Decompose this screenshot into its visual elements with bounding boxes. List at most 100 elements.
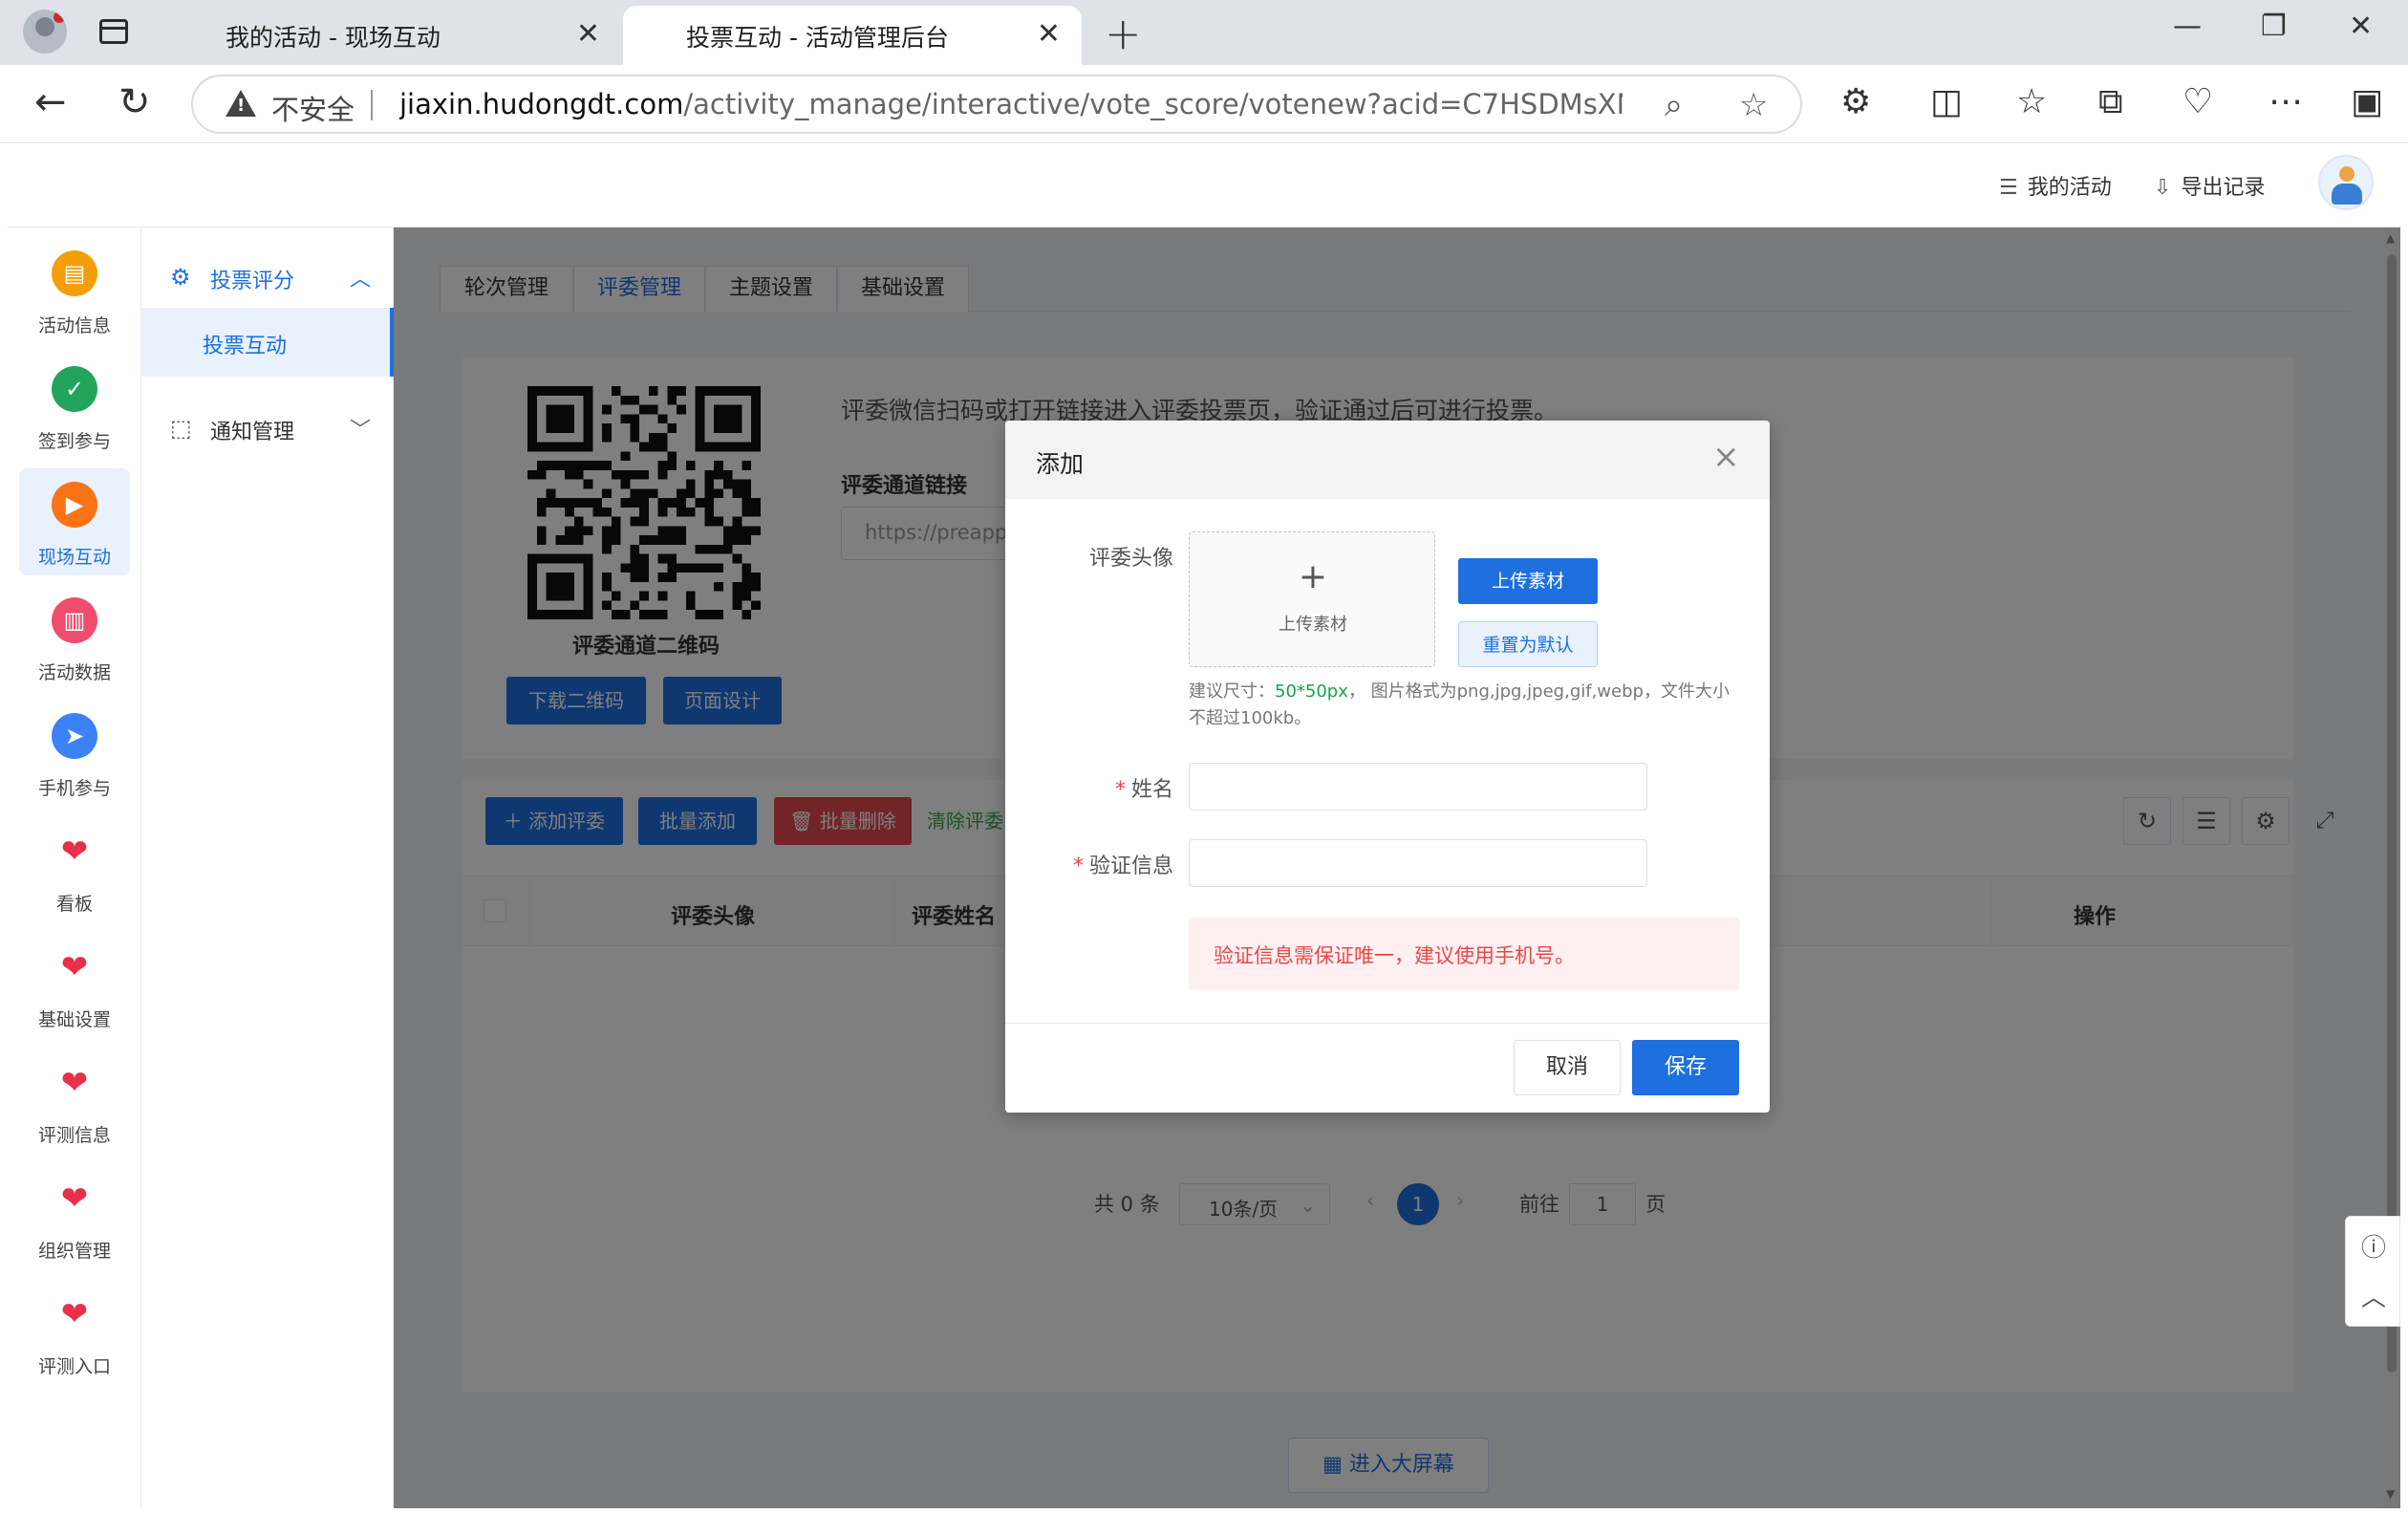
reset-default-button[interactable]: 重置为默认 [1458,621,1598,667]
submenu-group-label: 投票评分 [210,270,295,293]
verify-input[interactable] [1189,839,1647,887]
heart-icon: ❤ [60,948,89,986]
upload-material-button[interactable]: 上传素材 [1458,558,1598,604]
url-text[interactable]: jiaxin.hudongdt.com/activity_manage/inte… [399,88,1623,120]
sidebar-item-label: 组织管理 [37,1241,111,1262]
sidebar-item-label: 评测信息 [37,1125,111,1146]
health-icon[interactable]: ♡ [2182,82,2213,121]
help-icon[interactable]: ⓘ [2346,1228,2401,1264]
save-button[interactable]: 保存 [1632,1040,1739,1095]
url-path: /activity_manage/interactive/vote_score/… [683,88,1623,120]
dialog-header: 添加 × [1005,421,1770,499]
sidebar-item-checkin[interactable]: ✓ 签到参与 [19,353,130,460]
play-icon: ▶ [52,482,97,528]
app-header: ☰ 我的活动 ⇩ 导出记录 [8,143,2400,227]
avatar-label: 评委头像 [1088,547,1173,571]
divider [371,90,373,120]
sidebar-item-activity-data[interactable]: ▥ 活动数据 [19,584,130,691]
sidebar-toggle-icon[interactable]: ▣ [2351,82,2383,121]
name-label: * 姓名 [1114,778,1173,802]
url-omnibox[interactable]: 不安全 jiaxin.hudongdt.com/activity_manage/… [191,75,1802,134]
tab-actions-icon[interactable] [99,19,128,44]
upload-placeholder: 上传素材 [1279,615,1347,635]
sidebar-item-label: 现场互动 [37,547,111,568]
submenu-item-label: 投票互动 [203,335,288,358]
upload-hint: 建议尺寸：50*50px， 图片格式为png,jpg,jpeg,gif,webp… [1189,681,1730,728]
back-to-top-icon[interactable]: ︿ [2346,1278,2401,1313]
checkin-icon: ✓ [52,366,97,412]
name-input[interactable] [1189,763,1647,811]
heart-icon: ❤ [60,1295,89,1333]
sidebar-item-basic-settings[interactable]: ❤ 基础设置 [19,931,130,1038]
submenu-group-notice[interactable]: ⬚ 通知管理 ﹀ [141,400,394,457]
verify-alert: 验证信息需保证唯一，建议使用手机号。 [1189,918,1739,990]
id-card-icon: ▤ [52,250,97,296]
sidebar-item-label: 评测入口 [37,1356,111,1377]
list-icon: ☰ [1999,176,2018,200]
close-icon[interactable]: × [1712,438,1740,476]
my-activity-link[interactable]: ☰ 我的活动 [1999,170,2112,201]
collections-icon[interactable]: ⧉ [2098,82,2123,122]
browser-tab-vote[interactable]: 投票互动 - 活动管理后台 ✕ [623,6,1082,65]
browser-tab-my-activity[interactable]: 我的活动 - 现场互动 ✕ [191,6,621,65]
dialog-title: 添加 [1036,450,1085,478]
sidebar-item-org-manage[interactable]: ❤ 组织管理 [19,1162,130,1269]
tab-title: 投票互动 - 活动管理后台 [686,24,949,52]
close-icon[interactable]: ✕ [576,17,600,51]
dialog-footer-divider [1005,1023,1770,1024]
add-judge-dialog: 添加 × 评委头像 + 上传素材 上传素材 重置为默认 建议尺寸：50*50px… [1005,421,1770,1113]
submenu-group-label: 通知管理 [210,421,295,444]
gear-icon: ⚙ [170,264,191,291]
sidebar-item-activity-info[interactable]: ▤ 活动信息 [19,237,130,344]
restore-icon[interactable]: ❐ [2261,10,2287,43]
favorite-star-icon[interactable]: ☆ [1739,86,1768,124]
back-icon[interactable]: ← [34,80,67,124]
sidebar-item-label: 签到参与 [37,431,111,452]
extensions-icon[interactable]: ⚙ [1840,82,1871,121]
submenu-item-vote-interaction[interactable]: 投票互动 [141,308,394,377]
minimize-icon[interactable]: — [2173,10,2202,43]
chevron-down-icon: ﹀ [350,419,372,443]
warning-icon [226,90,256,117]
more-icon[interactable]: ⋯ [2268,82,2303,121]
icon-sidebar: ▤ 活动信息 ✓ 签到参与 ▶ 现场互动 ▥ 活动数据 ➤ 手机参与 ❤ 看板 … [8,227,141,1508]
message-icon: ⬚ [170,415,192,442]
sidebar-item-board[interactable]: ❤ 看板 [19,815,130,922]
address-bar: ← ↻ 不安全 jiaxin.hudongdt.com/activity_man… [0,65,2408,143]
window-close-icon[interactable]: ✕ [2349,10,2373,43]
sidebar-item-label: 基础设置 [37,1009,111,1030]
split-screen-icon[interactable]: ◫ [1930,82,1963,121]
verify-label: * 验证信息 [1072,854,1173,878]
url-host: jiaxin.hudongdt.com [399,88,684,120]
avatar-upload-area[interactable]: + 上传素材 [1189,531,1435,667]
sidebar-item-label: 手机参与 [37,778,111,799]
zoom-icon[interactable]: ⌕ [1665,86,1683,124]
sidebar-item-label: 看板 [55,894,93,915]
export-record-link[interactable]: ⇩ 导出记录 [2154,170,2265,201]
profile-avatar-icon[interactable] [23,10,67,54]
sidebar-item-label: 活动信息 [37,315,111,336]
close-icon[interactable]: ✕ [1037,17,1061,51]
new-tab-icon[interactable]: + [1105,8,1142,59]
sidebar-item-live-interaction[interactable]: ▶ 现场互动 [19,468,130,575]
favorites-icon[interactable]: ☆ [2016,82,2047,121]
browser-tabbar: 我的活动 - 现场互动 ✕ 投票互动 - 活动管理后台 ✕ + — ❐ ✕ [0,0,2408,65]
tab-title: 我的活动 - 现场互动 [226,24,441,52]
sidebar-item-eval-info[interactable]: ❤ 评测信息 [19,1047,130,1154]
reload-icon[interactable]: ↻ [118,80,151,124]
submenu: ⚙ 投票评分 ︿ 投票互动 ⬚ 通知管理 ﹀ [141,227,394,1508]
export-icon: ⇩ [2154,176,2172,200]
chart-icon: ▥ [52,597,97,643]
plus-icon: + [1298,557,1328,596]
user-avatar[interactable] [2318,155,2374,210]
cancel-button[interactable]: 取消 [1514,1040,1621,1095]
submenu-group-vote-score[interactable]: ⚙ 投票评分 ︿ [141,249,394,306]
heart-icon: ❤ [60,1064,89,1102]
sidebar-item-label: 活动数据 [37,662,111,683]
heart-icon: ❤ [60,833,89,871]
paper-plane-icon: ➤ [52,713,97,759]
sidebar-item-eval-entry[interactable]: ❤ 评测入口 [19,1278,130,1385]
insecure-label: 不安全 [271,94,355,126]
sidebar-item-mobile[interactable]: ➤ 手机参与 [19,700,130,807]
heart-icon: ❤ [60,1179,89,1218]
